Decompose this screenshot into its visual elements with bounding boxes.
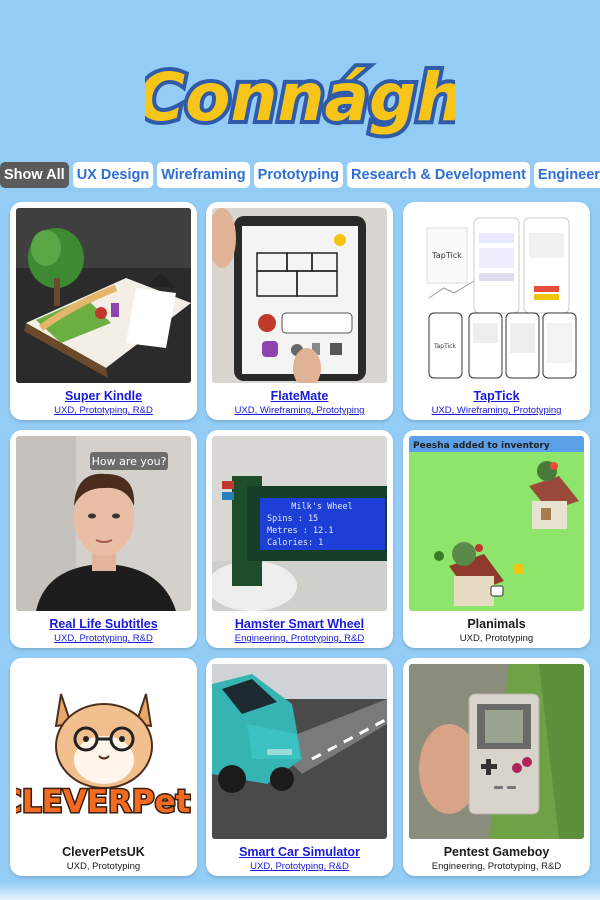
project-tags[interactable]: UXD, Prototyping, R&D	[10, 633, 197, 644]
filter-wireframing[interactable]: Wireframing	[157, 162, 250, 188]
flatemate-image	[212, 208, 387, 383]
project-title[interactable]: Hamster Smart Wheel	[206, 617, 393, 631]
lcd-line-1: Milk's Wheel	[291, 502, 352, 512]
project-thumbnail[interactable]	[16, 208, 191, 383]
planimals-banner: Peesha added to inventory	[413, 441, 550, 451]
project-thumbnail[interactable]	[212, 664, 387, 839]
subtitle-bubble-text: How are you?	[92, 455, 167, 468]
lcd-line-4: Calories: 1	[267, 538, 323, 548]
project-thumbnail[interactable]: Peesha added to inventory	[409, 436, 584, 611]
project-thumbnail[interactable]: TapTick TapTick	[409, 208, 584, 383]
filter-bar: Show All UX Design Wireframing Prototypi…	[0, 162, 600, 188]
project-thumbnail[interactable]: CLEVERPets	[16, 664, 191, 839]
project-tags[interactable]: UXD, Wireframing, Prototyping	[206, 405, 393, 416]
project-tags[interactable]: Engineering, Prototyping, R&D	[206, 633, 393, 644]
project-card-cleverpetsuk[interactable]: CLEVERPets CleverPetsUK UXD, Prototyping	[10, 658, 197, 876]
filter-ux-design[interactable]: UX Design	[72, 162, 154, 188]
filter-prototyping[interactable]: Prototyping	[253, 162, 344, 188]
project-tags[interactable]: UXD, Wireframing, Prototyping	[403, 405, 590, 416]
filter-engineering[interactable]: Engineering	[533, 162, 600, 188]
gameboy-image	[409, 664, 584, 839]
project-title[interactable]: Real Life Subtitles	[10, 617, 197, 631]
logo-text: Connágh	[145, 59, 455, 136]
planimals-image: Peesha added to inventory	[409, 436, 584, 611]
cleverpets-wordmark: CLEVERPets	[16, 784, 191, 820]
project-card-super-kindle[interactable]: Super Kindle UXD, Prototyping, R&D	[10, 202, 197, 420]
project-thumbnail[interactable]: Milk's Wheel Spins : 15 Metres : 12.1 Ca…	[212, 436, 387, 611]
project-title[interactable]: TapTick	[403, 389, 590, 403]
page-bottom-fade	[0, 882, 600, 900]
taptick-image: TapTick TapTick	[409, 208, 584, 383]
hamster-wheel-image: Milk's Wheel Spins : 15 Metres : 12.1 Ca…	[212, 436, 387, 611]
filter-research-development[interactable]: Research & Development	[347, 162, 530, 188]
project-tags: Engineering, Prototyping, R&D	[431, 861, 562, 872]
cleverpets-logo-image: CLEVERPets	[16, 664, 191, 839]
project-card-flatemate[interactable]: FlateMate UXD, Wireframing, Prototyping	[206, 202, 393, 420]
project-title: Pentest Gameboy	[443, 845, 550, 859]
site-logo[interactable]: Connágh	[0, 40, 600, 140]
project-thumbnail[interactable]	[212, 208, 387, 383]
logo-image: Connágh	[145, 55, 455, 140]
project-tags: UXD, Prototyping	[66, 861, 141, 872]
project-tags[interactable]: UXD, Prototyping, R&D	[206, 861, 393, 872]
project-title[interactable]: Super Kindle	[10, 389, 197, 403]
real-life-subtitles-image: How are you?	[16, 436, 191, 611]
project-card-taptick[interactable]: TapTick TapTick TapTick UXD, Wireframing…	[403, 202, 590, 420]
taptick-logo-small: TapTick	[431, 251, 462, 260]
project-title[interactable]: Smart Car Simulator	[206, 845, 393, 859]
project-card-pentest-gameboy[interactable]: Pentest Gameboy Engineering, Prototyping…	[403, 658, 590, 876]
smart-car-image	[212, 664, 387, 839]
project-tags: UXD, Prototyping	[459, 633, 534, 644]
project-title: Planimals	[467, 617, 526, 631]
lcd-line-3: Metres : 12.1	[267, 526, 334, 536]
super-kindle-image	[16, 208, 191, 383]
lcd-line-2: Spins : 15	[267, 514, 318, 524]
project-thumbnail[interactable]	[409, 664, 584, 839]
project-card-smart-car-simulator[interactable]: Smart Car Simulator UXD, Prototyping, R&…	[206, 658, 393, 876]
project-card-planimals[interactable]: Peesha added to inventory Planimals UXD,…	[403, 430, 590, 648]
filter-show-all[interactable]: Show All	[0, 162, 69, 188]
project-title[interactable]: FlateMate	[206, 389, 393, 403]
project-tags[interactable]: UXD, Prototyping, R&D	[10, 405, 197, 416]
project-title: CleverPetsUK	[62, 845, 145, 859]
project-thumbnail[interactable]: How are you?	[16, 436, 191, 611]
project-card-real-life-subtitles[interactable]: How are you? Real Life Subtitles UXD, Pr…	[10, 430, 197, 648]
project-card-hamster-smart-wheel[interactable]: Milk's Wheel Spins : 15 Metres : 12.1 Ca…	[206, 430, 393, 648]
taptick-logo-phone: TapTick	[433, 343, 457, 350]
